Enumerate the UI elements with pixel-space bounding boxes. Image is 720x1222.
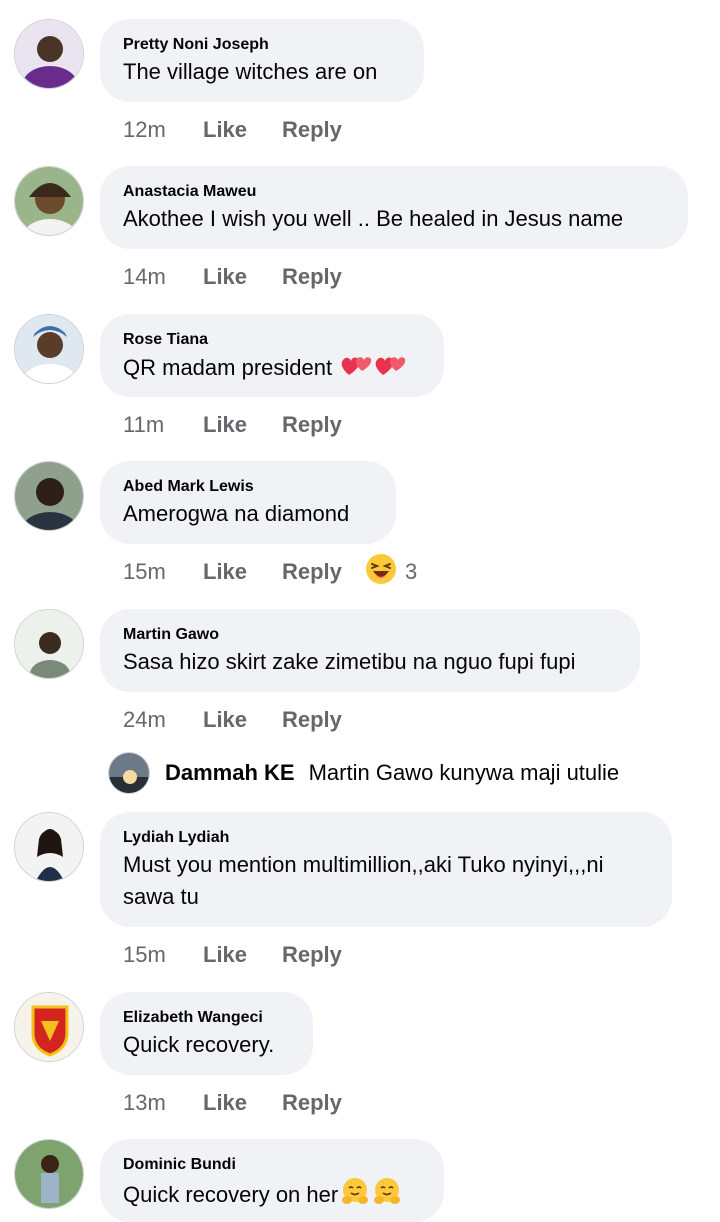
two-hearts-emoji — [374, 351, 406, 388]
avatar[interactable] — [14, 609, 84, 679]
avatar[interactable] — [14, 992, 84, 1062]
reply-preview[interactable]: Dammah KE Martin Gawo kunywa maji utulie — [108, 752, 619, 794]
reply-button[interactable]: Reply — [282, 942, 342, 968]
comment-author[interactable]: Abed Mark Lewis — [123, 479, 372, 495]
comment-author[interactable]: Elizabeth Wangeci — [123, 1010, 289, 1026]
avatar[interactable] — [108, 752, 150, 794]
comment-text: Quick recovery. — [123, 1032, 275, 1057]
reply-text: Martin Gawo kunywa maji utulie — [308, 760, 620, 785]
laughing-emoji — [365, 553, 397, 591]
comment-text-content: QR madam president — [123, 355, 333, 380]
comment-text-content: Quick recovery on her — [123, 1182, 339, 1207]
comment-actions: 11m Like Reply — [123, 412, 342, 438]
comment-text: Must you mention multimillion,,aki Tuko … — [123, 852, 604, 909]
comment-author[interactable]: Martin Gawo — [123, 627, 616, 643]
reaction-count: 3 — [405, 559, 418, 584]
comment-actions: 24m Like Reply — [123, 707, 342, 733]
comment-actions: 15m Like Reply — [123, 559, 342, 585]
comment-text: Amerogwa na diamond — [123, 501, 350, 526]
hugging-emoji — [340, 1176, 370, 1215]
comment-bubble: Anastacia Maweu Akothee I wish you well … — [100, 166, 688, 249]
comment-author[interactable]: Dominic Bundi — [123, 1157, 420, 1173]
reply-button[interactable]: Reply — [282, 412, 342, 438]
like-button[interactable]: Like — [203, 117, 282, 143]
like-button[interactable]: Like — [203, 1090, 282, 1116]
reply-author[interactable]: Dammah KE — [165, 760, 295, 786]
reaction-summary[interactable]: 3 — [365, 553, 417, 591]
avatar[interactable] — [14, 1139, 84, 1209]
reply-button[interactable]: Reply — [282, 707, 342, 733]
comment-actions: 13m Like Reply — [123, 1090, 342, 1116]
comment-author[interactable]: Lydiah Lydiah — [123, 830, 648, 846]
comment-bubble: Rose Tiana QR madam president — [100, 314, 444, 397]
reply-button[interactable]: Reply — [282, 1090, 342, 1116]
comment-bubble: Martin Gawo Sasa hizo skirt zake zimetib… — [100, 609, 640, 692]
avatar[interactable] — [14, 19, 84, 89]
comment-bubble: Abed Mark Lewis Amerogwa na diamond — [100, 461, 396, 544]
like-button[interactable]: Like — [203, 707, 282, 733]
reply-button[interactable]: Reply — [282, 264, 342, 290]
reply-button[interactable]: Reply — [282, 559, 342, 585]
comment-actions: 15m Like Reply — [123, 942, 342, 968]
comment-bubble: Dominic Bundi Quick recovery on her — [100, 1139, 444, 1222]
comment-text: Akothee I wish you well .. Be healed in … — [123, 206, 624, 231]
avatar[interactable] — [14, 166, 84, 236]
comment-timestamp[interactable]: 14m — [123, 264, 203, 290]
comment-text: The village witches are on — [123, 59, 378, 84]
comment-text: Sasa hizo skirt zake zimetibu na nguo fu… — [123, 649, 576, 674]
comment-timestamp[interactable]: 24m — [123, 707, 203, 733]
comment-bubble: Elizabeth Wangeci Quick recovery. — [100, 992, 313, 1075]
reply-button[interactable]: Reply — [282, 117, 342, 143]
comment-actions: 14m Like Reply — [123, 264, 342, 290]
comment-bubble: Pretty Noni Joseph The village witches a… — [100, 19, 424, 102]
comment-author[interactable]: Rose Tiana — [123, 332, 420, 348]
comment-timestamp[interactable]: 15m — [123, 559, 203, 585]
comment-timestamp[interactable]: 13m — [123, 1090, 203, 1116]
comment-bubble: Lydiah Lydiah Must you mention multimill… — [100, 812, 672, 927]
comment-text: QR madam president — [123, 351, 420, 388]
avatar[interactable] — [14, 314, 84, 384]
comment-author[interactable]: Pretty Noni Joseph — [123, 37, 400, 53]
comment-timestamp[interactable]: 15m — [123, 942, 203, 968]
hugging-emoji — [372, 1176, 402, 1215]
comment-author[interactable]: Anastacia Maweu — [123, 184, 664, 200]
two-hearts-emoji — [340, 351, 372, 388]
comment-timestamp[interactable]: 12m — [123, 117, 203, 143]
avatar[interactable] — [14, 812, 84, 882]
like-button[interactable]: Like — [203, 559, 282, 585]
comment-timestamp[interactable]: 11m — [123, 412, 203, 438]
comment-text: Quick recovery on her — [123, 1176, 420, 1215]
avatar[interactable] — [14, 461, 84, 531]
like-button[interactable]: Like — [203, 264, 282, 290]
like-button[interactable]: Like — [203, 942, 282, 968]
like-button[interactable]: Like — [203, 412, 282, 438]
comment-actions: 12m Like Reply — [123, 117, 342, 143]
